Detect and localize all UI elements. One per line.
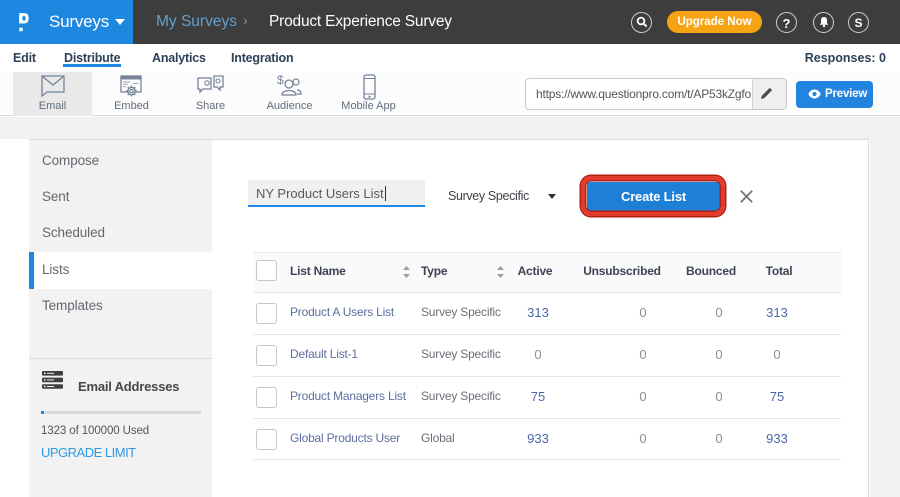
svg-text:$: $ [277,74,284,87]
